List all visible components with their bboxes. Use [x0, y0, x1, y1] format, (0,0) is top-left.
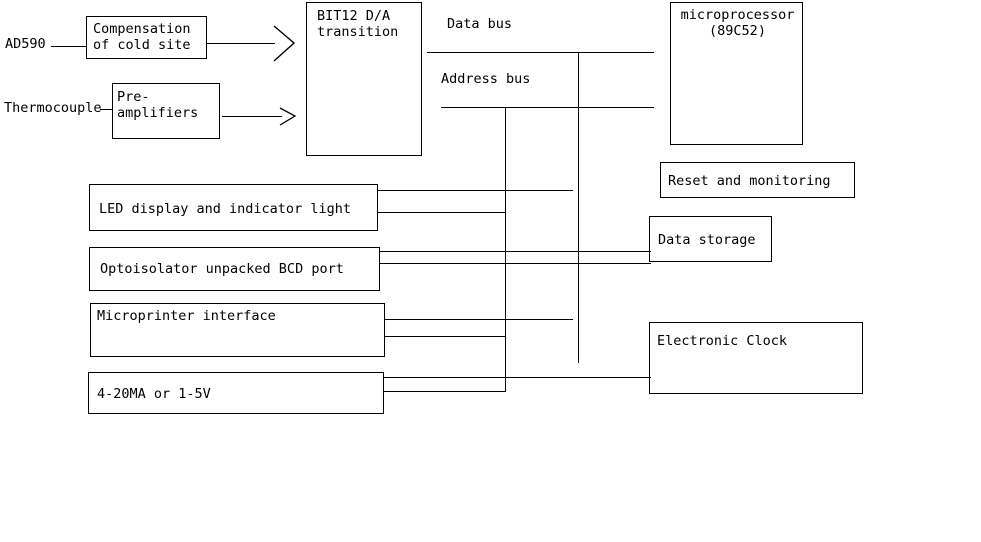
label-ad590: AD590	[5, 36, 46, 52]
block-compensation-of-cold-site[interactable]: Compensation of cold site	[86, 16, 207, 59]
label-thermocouple: Thermocouple	[4, 100, 102, 116]
block-reset-and-monitoring[interactable]: Reset and monitoring	[660, 162, 855, 198]
bus-line-address	[441, 107, 654, 108]
bus-trunk-address-vertical	[505, 107, 506, 392]
block-optoisolator-bcd-port[interactable]: Optoisolator unpacked BCD port	[89, 247, 380, 291]
block-microprocessor[interactable]: microprocessor (89C52)	[670, 2, 803, 145]
block-led-display[interactable]: LED display and indicator light	[89, 184, 378, 231]
block-analog-output[interactable]: 4-20MA or 1-5V	[88, 372, 384, 414]
connector-analog-output-address-bus	[384, 391, 506, 392]
block-data-storage-label: Data storage	[658, 232, 756, 248]
connector-microprinter-data-bus	[385, 319, 573, 320]
block-data-storage[interactable]: Data storage	[649, 216, 772, 262]
connector-microprinter-address-bus	[385, 336, 506, 337]
connector-optoisolator-lower	[380, 263, 651, 264]
block-led-display-label: LED display and indicator light	[99, 201, 351, 217]
connector-thermocouple-to-preamplifiers	[100, 109, 112, 110]
block-preamplifiers-label: Pre- amplifiers	[117, 89, 199, 121]
bus-line-data	[427, 52, 654, 53]
connector-preamplifiers-to-da	[222, 116, 282, 117]
connector-led-display-address-bus	[378, 212, 506, 213]
bus-trunk-data-vertical	[578, 52, 579, 363]
arrow-head-compensation-to-da	[272, 24, 296, 64]
label-address-bus: Address bus	[441, 71, 531, 87]
block-bit12-da-transition[interactable]: BIT12 D/A transition	[306, 2, 422, 156]
block-reset-and-monitoring-label: Reset and monitoring	[668, 173, 831, 189]
connector-ad590-to-compensation	[51, 46, 86, 47]
arrow-head-preamplifiers-to-da	[279, 107, 299, 127]
block-electronic-clock-label: Electronic Clock	[657, 333, 788, 349]
block-microprocessor-label: microprocessor (89C52)	[680, 7, 795, 39]
block-analog-output-label: 4-20MA or 1-5V	[97, 386, 211, 402]
block-optoisolator-bcd-port-label: Optoisolator unpacked BCD port	[100, 261, 344, 277]
block-preamplifiers[interactable]: Pre- amplifiers	[112, 83, 220, 139]
connector-analog-output-to-clock	[384, 377, 651, 378]
connector-led-display-data-bus	[378, 190, 573, 191]
connector-compensation-to-da	[207, 43, 275, 44]
block-compensation-of-cold-site-label: Compensation of cold site	[93, 21, 191, 53]
block-diagram-canvas: AD590 Thermocouple Compensation of cold …	[0, 0, 981, 542]
block-microprinter-interface[interactable]: Microprinter interface	[90, 303, 385, 357]
label-data-bus: Data bus	[447, 16, 513, 32]
block-bit12-da-transition-label: BIT12 D/A transition	[317, 8, 399, 40]
connector-optoisolator-upper	[380, 251, 651, 252]
block-electronic-clock[interactable]: Electronic Clock	[649, 322, 863, 394]
block-microprinter-interface-label: Microprinter interface	[97, 308, 276, 324]
